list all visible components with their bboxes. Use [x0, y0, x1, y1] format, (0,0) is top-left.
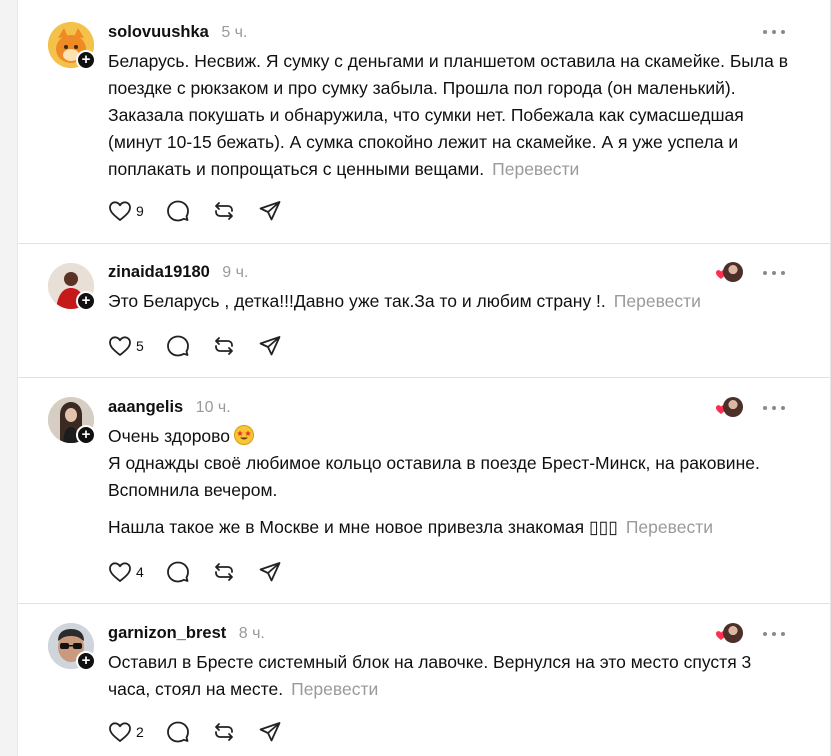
avatar[interactable]: + — [48, 263, 96, 311]
repost-icon — [214, 202, 233, 220]
avatar[interactable]: + — [48, 22, 96, 70]
heart-outline-icon — [109, 336, 131, 356]
share-button[interactable] — [258, 560, 282, 584]
translate-link[interactable]: Перевести — [492, 159, 579, 179]
comment-paragraph: Нашла такое же в Москве и мне новое прив… — [108, 517, 618, 537]
comment-bubble-icon — [166, 561, 189, 583]
like-count: 5 — [136, 338, 144, 354]
like-button[interactable]: 2 — [108, 721, 144, 743]
follow-plus-icon[interactable]: + — [76, 651, 96, 671]
comment-username[interactable]: solovuushka — [108, 23, 209, 41]
comment-timestamp[interactable]: 9 ч. — [222, 264, 248, 281]
repost-button[interactable] — [212, 334, 236, 358]
comment-actions: 2 — [108, 720, 304, 744]
reply-button[interactable] — [166, 720, 190, 744]
like-count: 9 — [136, 203, 144, 219]
comments-feed: + solovuushka 5 ч. Беларусь. Несвиж. Я с… — [17, 0, 831, 756]
more-options-button[interactable] — [763, 403, 785, 413]
follow-plus-icon[interactable]: + — [76, 291, 96, 311]
comment-paragraph: Я однажды своё любимое кольцо оставила в… — [108, 453, 760, 500]
comment-item: + zinaida19180 9 ч. Это Беларусь , детка… — [18, 243, 830, 378]
like-button[interactable]: 9 — [108, 200, 144, 222]
send-icon — [259, 336, 281, 356]
send-icon — [259, 201, 281, 221]
reply-button[interactable] — [166, 199, 190, 223]
liked-by-author-badge — [715, 262, 743, 284]
translate-link[interactable]: Перевести — [626, 517, 713, 537]
comment-actions: 4 — [108, 560, 304, 584]
comment-item: + aaangelis 10 ч. Очень здорово Я однажд… — [18, 377, 830, 604]
comment-item: + garnizon_brest 8 ч. Оставил в Бресте с… — [18, 603, 830, 756]
comment-actions: 5 — [108, 334, 304, 358]
follow-plus-icon[interactable]: + — [76, 50, 96, 70]
repost-button[interactable] — [212, 199, 236, 223]
repost-icon — [214, 723, 233, 741]
comment-paragraph: Оставил в Бресте системный блок на лавоч… — [108, 652, 752, 699]
heart-outline-icon — [109, 722, 131, 742]
comment-timestamp[interactable]: 8 ч. — [239, 625, 265, 642]
more-options-button[interactable] — [763, 268, 785, 278]
more-options-button[interactable] — [763, 27, 785, 37]
avatar[interactable]: + — [48, 397, 96, 445]
comment-username[interactable]: garnizon_brest — [108, 624, 226, 642]
comment-paragraph: Это Беларусь , детка!!!Давно уже так.За … — [108, 291, 606, 311]
repost-icon — [214, 563, 233, 581]
like-button[interactable]: 4 — [108, 561, 144, 583]
comment-text: Беларусь. Несвиж. Я сумку с деньгами и п… — [108, 48, 788, 183]
comment-username[interactable]: aaangelis — [108, 398, 183, 416]
share-button[interactable] — [258, 334, 282, 358]
translate-link[interactable]: Перевести — [614, 291, 701, 311]
author-avatar-mini — [723, 623, 743, 643]
comment-bubble-icon — [166, 721, 189, 743]
avatar[interactable]: + — [48, 623, 96, 671]
author-avatar-mini — [723, 262, 743, 282]
comment-bubble-icon — [166, 335, 189, 357]
comment-bubble-icon — [166, 200, 189, 222]
reply-button[interactable] — [166, 334, 190, 358]
send-icon — [259, 562, 281, 582]
share-button[interactable] — [258, 720, 282, 744]
like-count: 2 — [136, 724, 144, 740]
more-options-button[interactable] — [763, 629, 785, 639]
repost-button[interactable] — [212, 720, 236, 744]
comment-paragraph: Очень здорово — [108, 426, 230, 446]
repost-icon — [214, 337, 233, 355]
heart-outline-icon — [109, 201, 131, 221]
comment-text: Это Беларусь , детка!!!Давно уже так.За … — [108, 288, 788, 315]
comment-timestamp[interactable]: 5 ч. — [221, 24, 247, 41]
repost-button[interactable] — [212, 560, 236, 584]
translate-link[interactable]: Перевести — [291, 679, 378, 699]
comment-timestamp[interactable]: 10 ч. — [196, 399, 231, 416]
send-icon — [259, 722, 281, 742]
reply-button[interactable] — [166, 560, 190, 584]
heart-outline-icon — [109, 562, 131, 582]
star-eyes-emoji-icon — [234, 425, 254, 445]
comment-username[interactable]: zinaida19180 — [108, 263, 210, 281]
comment-paragraph: Беларусь. Несвиж. Я сумку с деньгами и п… — [108, 51, 788, 179]
comment-actions: 9 — [108, 199, 304, 223]
author-avatar-mini — [723, 397, 743, 417]
share-button[interactable] — [258, 199, 282, 223]
comment-text: Очень здорово Я однажды своё любимое кол… — [108, 423, 788, 541]
comment-item: + solovuushka 5 ч. Беларусь. Несвиж. Я с… — [18, 0, 830, 244]
liked-by-author-badge — [715, 397, 743, 419]
follow-plus-icon[interactable]: + — [76, 425, 96, 445]
like-count: 4 — [136, 564, 144, 580]
comment-text: Оставил в Бресте системный блок на лавоч… — [108, 649, 788, 703]
liked-by-author-badge — [715, 623, 743, 645]
like-button[interactable]: 5 — [108, 335, 144, 357]
